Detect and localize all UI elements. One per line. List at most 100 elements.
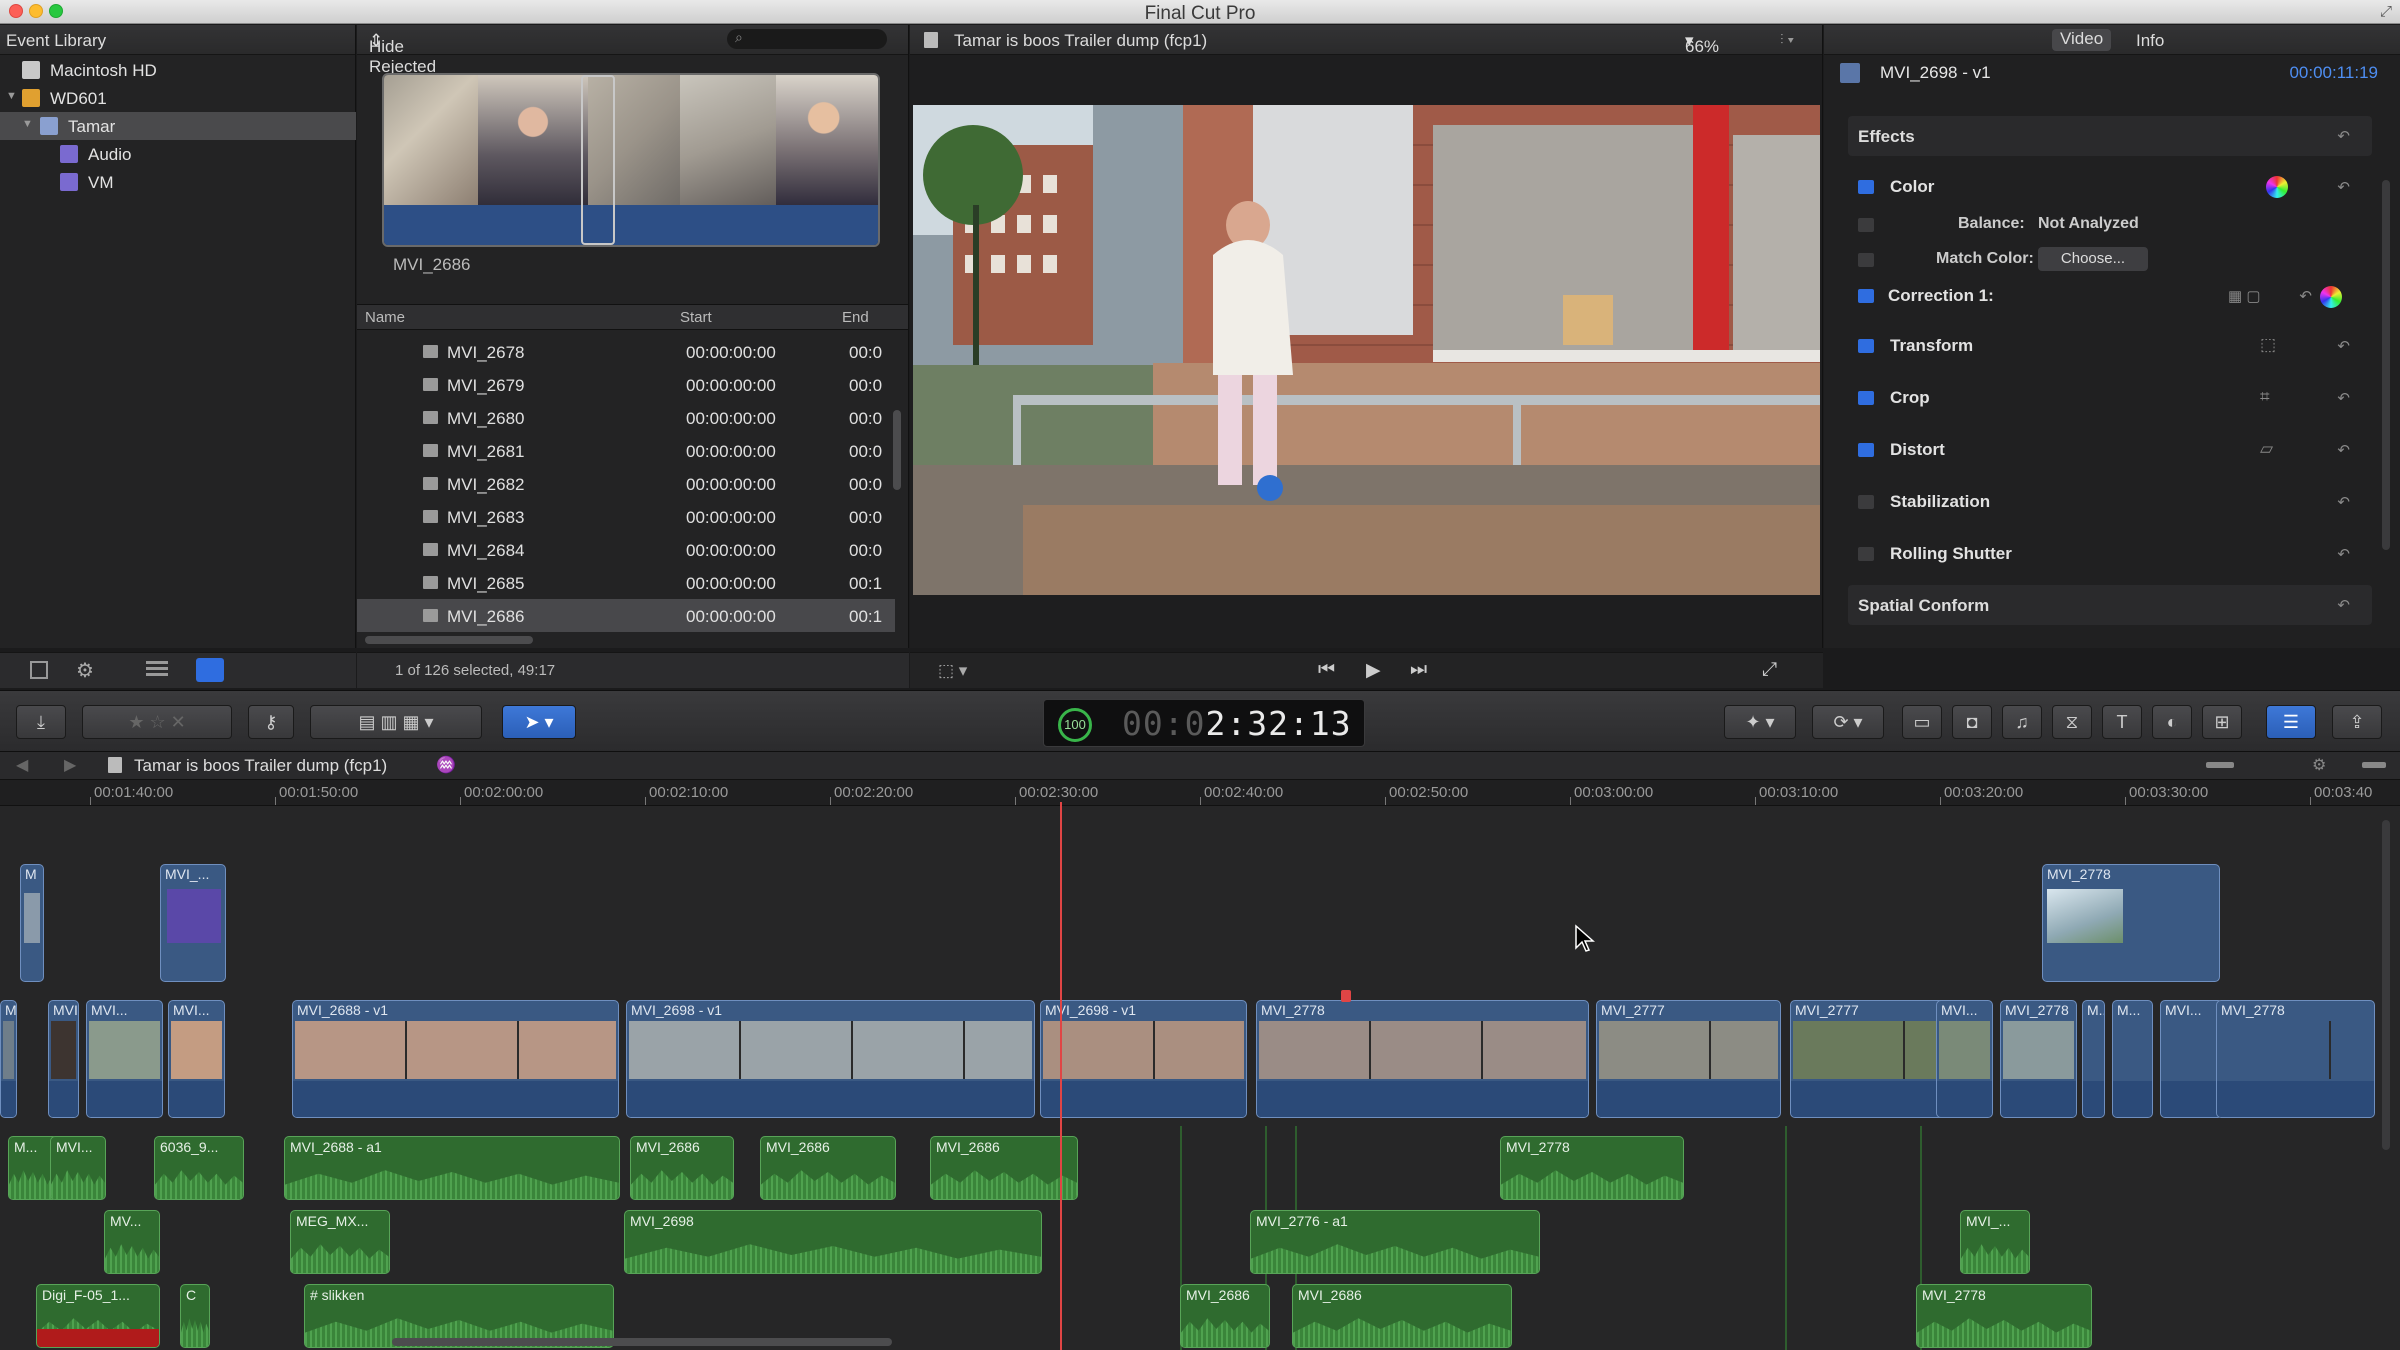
distort-icon[interactable]: ▱ — [2260, 439, 2273, 459]
browser-row[interactable]: MVI_2681 00:00:00:00 00:0 — [357, 434, 895, 467]
music-browser-button[interactable]: ♫ — [2002, 705, 2042, 739]
retime-button[interactable]: ⟳ ▾ — [1812, 705, 1884, 739]
audio-clip[interactable]: MVI_2778 — [1916, 1284, 2092, 1348]
list-view-icon[interactable] — [146, 661, 168, 677]
previous-edit-icon[interactable]: ⏮ — [1318, 659, 1335, 681]
primary-video-clip[interactable]: M... — [2082, 1000, 2105, 1118]
browser-row[interactable]: MVI_2686 00:00:00:00 00:1 — [357, 599, 895, 632]
themes-browser-button[interactable]: ⊞ — [2202, 705, 2242, 739]
primary-video-clip[interactable]: MVI... — [168, 1000, 225, 1118]
color-row[interactable]: Color ↶ — [1848, 170, 2372, 204]
primary-video-clip[interactable]: MVI_2778 — [1256, 1000, 1589, 1118]
view-options-icon[interactable]: ⫶ ▾ — [1780, 31, 1794, 48]
generators-browser-button[interactable]: ◐ — [2152, 705, 2192, 739]
disclosure-triangle-icon[interactable]: ▼ — [22, 118, 33, 130]
browser-row[interactable]: MVI_2685 00:00:00:00 00:1 — [357, 566, 895, 599]
browser-vertical-scrollbar[interactable] — [893, 410, 901, 490]
audio-clip[interactable]: MVI_2698 — [624, 1210, 1042, 1274]
distort-enabled-checkbox[interactable] — [1858, 443, 1874, 457]
column-start[interactable]: Start — [680, 309, 712, 326]
browser-row[interactable]: MVI_2679 00:00:00:00 00:0 — [357, 368, 895, 401]
zoom-dropdown[interactable]: 66% ▾ — [1685, 31, 1719, 56]
audio-clip[interactable]: MVI_2686 — [1180, 1284, 1270, 1348]
timeline-options-icon[interactable] — [2362, 762, 2386, 768]
effects-browser-button[interactable]: ▭ — [1902, 705, 1942, 739]
share-button[interactable]: ⇪ — [2332, 705, 2382, 739]
library-item-vm[interactable]: VM — [0, 168, 356, 196]
rating-buttons[interactable]: ★ ☆ ✕ — [82, 705, 232, 739]
audio-clip[interactable]: MVI_2686 — [1292, 1284, 1512, 1348]
timeline-ruler[interactable]: 00:01:40:00 00:01:50:00 00:02:00:00 00:02:1… — [0, 780, 2400, 806]
browser-row[interactable]: MVI_2684 00:00:00:00 00:0 — [357, 533, 895, 566]
back-arrow-icon[interactable]: ◀ — [16, 755, 28, 775]
play-icon[interactable]: ▶ — [1366, 659, 1381, 682]
primary-video-clip[interactable]: MVI... — [1936, 1000, 1993, 1118]
inspector-scrollbar[interactable] — [2382, 180, 2390, 550]
match-color-checkbox[interactable] — [1858, 253, 1874, 267]
audio-clip[interactable]: MV... — [104, 1210, 160, 1274]
connected-video-clip[interactable]: MVI_2778 — [2042, 864, 2220, 982]
skimmer-selection[interactable] — [581, 75, 615, 245]
fullscreen-viewer-icon[interactable]: ⤢ — [1762, 659, 1777, 681]
reset-icon[interactable]: ↶ — [2337, 127, 2350, 145]
reset-icon[interactable]: ↶ — [2337, 389, 2350, 407]
reset-icon[interactable]: ↶ — [2337, 178, 2350, 196]
reset-icon[interactable]: ↶ — [2337, 337, 2350, 355]
stabilization-row[interactable]: Stabilization ↶ — [1848, 485, 2372, 519]
reset-icon[interactable]: ↶ — [2337, 441, 2350, 459]
color-board-icon[interactable] — [2266, 176, 2288, 198]
reset-icon[interactable]: ↶ — [2337, 596, 2350, 614]
next-edit-icon[interactable]: ⏭ — [1410, 659, 1427, 681]
reset-icon[interactable]: ↶ — [2337, 493, 2350, 511]
audio-clip[interactable]: C — [180, 1284, 210, 1348]
primary-video-clip[interactable]: M... — [0, 1000, 17, 1118]
library-item-tamar[interactable]: ▼ Tamar — [0, 112, 356, 140]
audio-clip[interactable]: MVI_2776 - a1 — [1250, 1210, 1540, 1274]
playhead[interactable] — [1060, 802, 1062, 1350]
reset-icon[interactable]: ↶ — [2337, 545, 2350, 563]
primary-video-clip[interactable]: MVI_2688 - v1 — [292, 1000, 619, 1118]
audio-clip[interactable]: MVI_... — [1960, 1210, 2030, 1274]
connected-video-clip[interactable]: MVI_... — [160, 864, 226, 982]
library-item-wd601[interactable]: ▼ WD601 — [0, 84, 356, 112]
stabilization-checkbox[interactable] — [1858, 495, 1874, 509]
rolling-shutter-checkbox[interactable] — [1858, 547, 1874, 561]
transform-enabled-checkbox[interactable] — [1858, 339, 1874, 353]
browser-row[interactable]: MVI_2678 00:00:00:00 00:0 — [357, 335, 895, 368]
library-item-audio[interactable]: Audio — [0, 140, 356, 168]
library-item-macintosh-hd[interactable]: Macintosh HD — [0, 56, 356, 84]
forward-arrow-icon[interactable]: ▶ — [64, 755, 76, 775]
connected-video-clip[interactable]: M — [20, 864, 44, 982]
primary-video-clip[interactable]: MVI_2778 — [2000, 1000, 2077, 1118]
tab-info[interactable]: Info — [2136, 31, 2164, 51]
view-mode-icon[interactable]: ⬚ ▾ — [938, 661, 967, 681]
mask-icon[interactable]: ▦ ▢ — [2228, 287, 2261, 305]
filmstrip-view-icon[interactable] — [196, 658, 224, 682]
correction-enabled-checkbox[interactable] — [1858, 289, 1874, 303]
background-task-progress[interactable]: 100 — [1058, 708, 1092, 742]
audio-clip[interactable]: MEG_MX... — [290, 1210, 390, 1274]
rolling-shutter-row[interactable]: Rolling Shutter ↶ — [1848, 537, 2372, 571]
primary-video-clip[interactable]: MVI_2698 - v1 — [1040, 1000, 1247, 1118]
inspector-button[interactable]: ☰ — [2266, 705, 2316, 739]
browser-row[interactable]: MVI_2682 00:00:00:00 00:0 — [357, 467, 895, 500]
photo-browser-button[interactable]: ◘ — [1952, 705, 1992, 739]
import-media-button[interactable]: ⤓ — [16, 705, 66, 739]
timeline-vertical-scrollbar[interactable] — [2382, 820, 2390, 1150]
crop-row[interactable]: Crop ⌗ ↶ — [1848, 381, 2372, 415]
reset-icon[interactable]: ↶ — [2299, 287, 2312, 305]
show-library-icon[interactable] — [30, 661, 48, 679]
timecode-display[interactable]: 00:02:32:13 — [1122, 704, 1352, 743]
edit-buttons[interactable]: ▤ ▥ ▦ ▾ — [310, 705, 482, 739]
gear-icon[interactable]: ⚙ — [76, 658, 94, 683]
audio-skimming-icon[interactable]: ♒ — [436, 755, 456, 775]
crop-enabled-checkbox[interactable] — [1858, 391, 1874, 405]
color-enabled-checkbox[interactable] — [1858, 180, 1874, 194]
timeline-horizontal-scrollbar[interactable] — [392, 1338, 892, 1346]
primary-video-clip[interactable]: MVI... — [2160, 1000, 2223, 1118]
primary-video-clip[interactable]: MVI_2778 — [2216, 1000, 2375, 1118]
fullscreen-icon[interactable]: ⤢ — [2380, 3, 2392, 20]
spatial-conform-section[interactable]: Spatial Conform ↶ — [1848, 585, 2372, 625]
hide-rejected-dropdown[interactable]: Hide Rejected ⇕ — [369, 31, 436, 76]
titles-browser-button[interactable]: T — [2102, 705, 2142, 739]
